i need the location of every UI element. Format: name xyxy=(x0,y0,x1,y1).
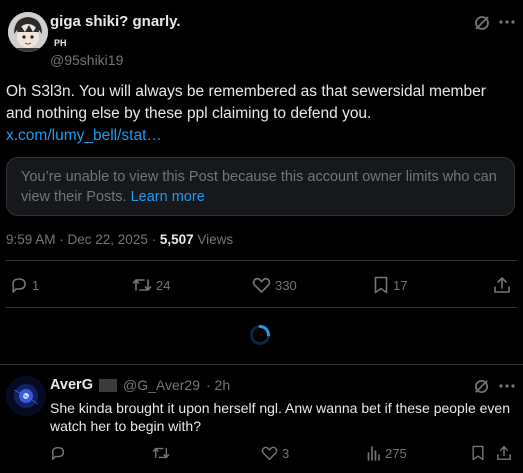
post-meta: 9:59 AM · Dec 22, 2025 · 5,507 Views xyxy=(6,232,233,247)
post-text-line-2: and nothing else by these ppl claiming t… xyxy=(6,105,372,122)
reply-more-options-icon[interactable] xyxy=(499,384,515,388)
reply-icon xyxy=(12,278,26,293)
reply-count: 1 xyxy=(32,277,40,293)
divider-top xyxy=(6,260,517,261)
share-button[interactable] xyxy=(493,276,511,294)
reply-text-line-2: watch her to begin with? xyxy=(50,418,201,434)
post-timestamp[interactable]: 9:59 AM · Dec 22, 2025 · xyxy=(6,232,160,247)
reply-like-count: 3 xyxy=(282,445,290,461)
bookmark-icon xyxy=(374,276,388,294)
author-name[interactable]: giga shiki? gnarly. xyxy=(50,13,181,30)
reply-repost-button[interactable] xyxy=(152,445,170,461)
avatar-image xyxy=(8,12,48,52)
reply-reply-button[interactable] xyxy=(50,445,66,461)
quote-unavailable-notice: You’re unable to view this Post because … xyxy=(6,157,515,216)
reply-author-name[interactable]: AverG xyxy=(50,377,93,393)
grok-icon[interactable] xyxy=(473,14,491,32)
reply-heart-icon xyxy=(261,446,278,460)
reply-comment-icon xyxy=(51,446,65,460)
divider-replies xyxy=(0,364,523,365)
reply-views-count: 275 xyxy=(385,445,407,461)
reply-button[interactable]: 1 xyxy=(10,276,39,294)
notice-text-line-2: view their Posts. xyxy=(21,189,127,205)
repost-button[interactable]: 24 xyxy=(132,276,170,294)
reply-avatar[interactable] xyxy=(6,376,46,416)
bookmark-count: 17 xyxy=(393,277,408,293)
reply-author-handle[interactable]: @G_Aver29 xyxy=(123,377,200,393)
reply-header: AverG @G_Aver29 · 2h xyxy=(50,377,230,393)
like-button[interactable]: 330 xyxy=(252,276,297,294)
heart-icon xyxy=(252,277,271,293)
divider-bottom xyxy=(6,307,517,308)
views-label: Views xyxy=(193,232,234,247)
share-icon xyxy=(494,277,510,293)
author-avatar[interactable] xyxy=(8,12,48,52)
post-link[interactable]: x.com/lumy_bell/stat… xyxy=(6,125,162,147)
author-handle[interactable]: @95shiki19 xyxy=(50,52,123,68)
reply-grok-icon[interactable] xyxy=(473,378,490,395)
reply-time[interactable]: · 2h xyxy=(206,377,230,393)
reply-share-icon xyxy=(497,446,511,460)
post-text-line-1: Oh S3l3n. You will always be remembered … xyxy=(6,83,486,100)
reply-views-button[interactable]: 275 xyxy=(367,445,407,461)
repost-icon xyxy=(132,279,152,291)
loading-spinner-icon xyxy=(249,324,271,346)
more-options-icon[interactable] xyxy=(499,20,515,24)
reply-bookmark-button[interactable] xyxy=(471,445,485,461)
views-chart-icon xyxy=(367,446,380,461)
reply-repost-icon xyxy=(152,447,170,459)
learn-more-link[interactable]: Learn more xyxy=(131,189,205,205)
author-badge: PH xyxy=(54,38,67,48)
reply-avatar-image xyxy=(6,376,46,416)
reply-share-button[interactable] xyxy=(496,445,512,461)
repost-count: 24 xyxy=(156,277,171,293)
reply-bookmark-icon xyxy=(472,445,484,461)
bookmark-button[interactable]: 17 xyxy=(373,276,407,294)
reply-name-redaction xyxy=(98,378,117,392)
reply-like-button[interactable]: 3 xyxy=(261,445,289,461)
views-count: 5,507 xyxy=(159,232,194,247)
notice-text-line-1: You’re unable to view this Post because … xyxy=(21,169,497,185)
like-count: 330 xyxy=(275,277,297,293)
reply-text-line-1: She kinda brought it upon herself ngl. A… xyxy=(50,400,510,416)
